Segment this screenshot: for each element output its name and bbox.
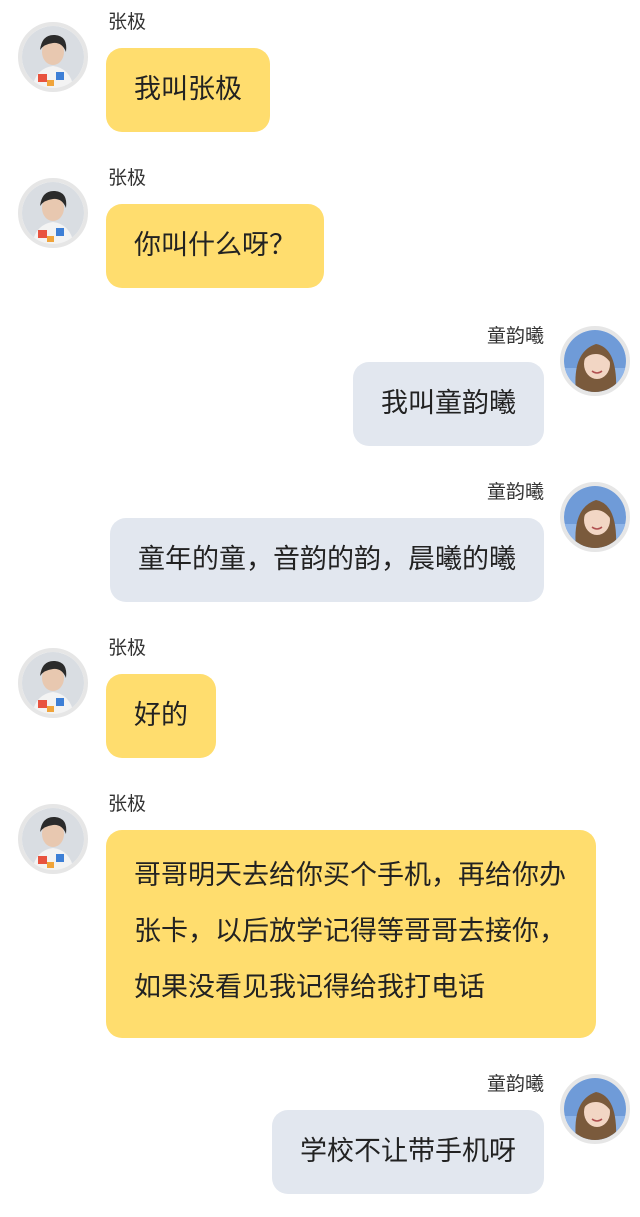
chat-message: 童韵曦 童年的童，音韵的韵，晨曦的曦 (0, 480, 640, 610)
sender-name: 童韵曦 (486, 325, 544, 347)
sender-name: 童韵曦 (486, 1073, 544, 1095)
message-bubble[interactable]: 你叫什么呀？ (106, 204, 324, 288)
sender-name: 童韵曦 (486, 481, 544, 503)
chat-message: 张极 你叫什么呀？ (0, 166, 640, 296)
avatar-boy-icon[interactable] (18, 178, 88, 248)
message-bubble[interactable]: 童年的童，音韵的韵，晨曦的曦 (110, 518, 544, 602)
avatar-boy-icon[interactable] (18, 22, 88, 92)
sender-name: 张极 (108, 793, 147, 815)
message-line: 张卡，以后放学记得等哥哥去接你， (134, 916, 566, 947)
message-bubble[interactable]: 哥哥明天去给你买个手机，再给你办 张卡，以后放学记得等哥哥去接你， 如果没看见我… (106, 830, 596, 1038)
message-bubble[interactable]: 我叫童韵曦 (353, 362, 544, 446)
sender-name: 张极 (108, 11, 147, 33)
avatar-boy-icon[interactable] (18, 648, 88, 718)
chat-message: 张极 哥哥明天去给你买个手机，再给你办 张卡，以后放学记得等哥哥去接你， 如果没… (0, 792, 640, 1042)
chat-message: 张极 我叫张极 (0, 10, 640, 140)
message-line: 哥哥明天去给你买个手机，再给你办 (134, 860, 566, 891)
sender-name: 张极 (108, 167, 147, 189)
chat-message: 张极 好的 (0, 636, 640, 766)
avatar-girl-icon[interactable] (560, 326, 630, 396)
sender-name: 张极 (108, 637, 147, 659)
message-bubble[interactable]: 好的 (106, 674, 216, 758)
avatar-girl-icon[interactable] (560, 482, 630, 552)
avatar-boy-icon[interactable] (18, 804, 88, 874)
avatar-girl-icon[interactable] (560, 1074, 630, 1144)
message-line: 如果没看见我记得给我打电话 (134, 972, 485, 1003)
chat-message: 童韵曦 学校不让带手机呀 (0, 1072, 640, 1202)
message-bubble[interactable]: 我叫张极 (106, 48, 270, 132)
chat-message: 童韵曦 我叫童韵曦 (0, 324, 640, 454)
message-bubble[interactable]: 学校不让带手机呀 (272, 1110, 544, 1194)
